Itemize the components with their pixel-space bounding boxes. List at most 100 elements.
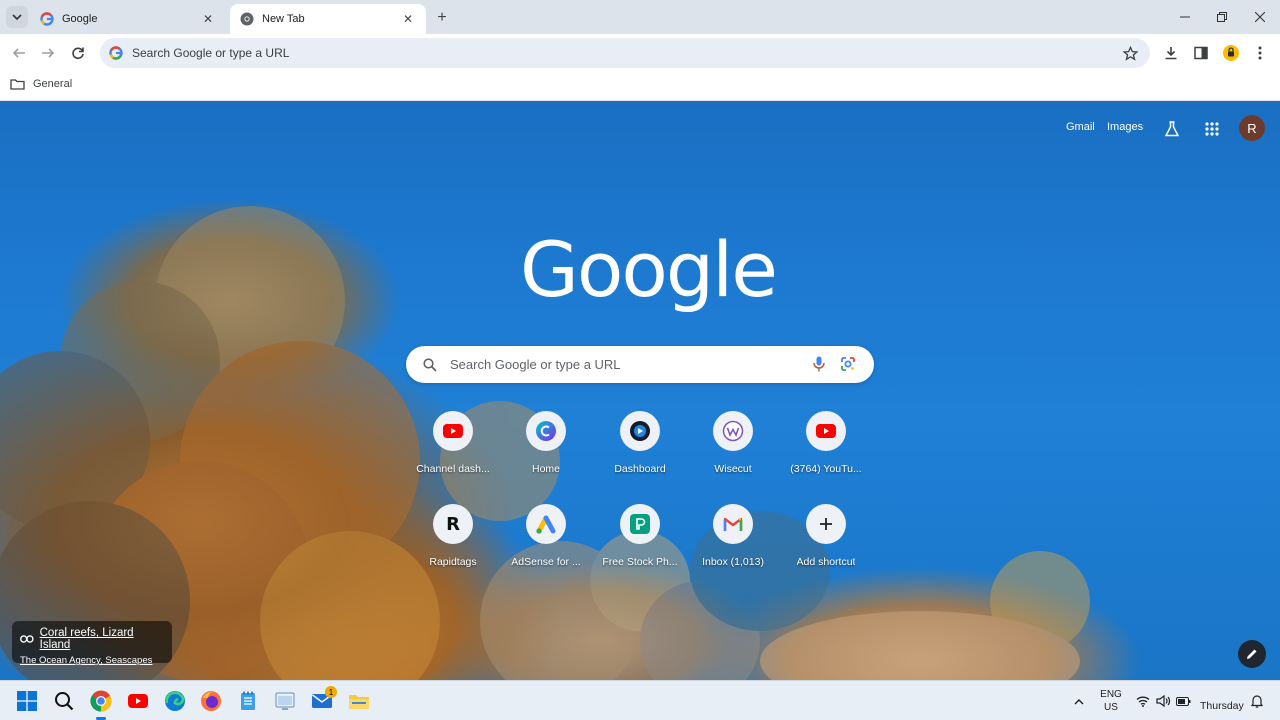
shortcut-youtube[interactable]: (3764) YouTu... <box>780 409 872 489</box>
adsense-icon <box>526 504 566 544</box>
ntp-search-box[interactable] <box>406 346 874 383</box>
labs-button[interactable] <box>1161 118 1183 140</box>
arrow-left-icon <box>12 48 25 58</box>
download-icon <box>1165 47 1177 60</box>
shortcut-dashboard[interactable]: Dashboard <box>594 409 686 489</box>
google-apps-button[interactable] <box>1201 118 1223 140</box>
reload-icon <box>72 47 84 60</box>
bookmark-star-icon[interactable] <box>1122 45 1138 61</box>
shortcut-label: (3764) YouTu... <box>790 463 862 475</box>
folder-icon <box>10 79 25 90</box>
images-link[interactable]: Images <box>1107 121 1143 133</box>
address-bar[interactable]: Search Google or type a URL <box>100 38 1150 68</box>
tab-new-tab[interactable]: New Tab ✕ <box>230 4 426 34</box>
new-tab-button[interactable]: + <box>432 8 452 28</box>
shortcut-free-stock-photos[interactable]: Free Stock Ph... <box>594 502 686 582</box>
clock-day[interactable]: Thursday <box>1200 700 1244 712</box>
background-attribution[interactable]: Coral reefs, Lizard Island The Ocean Age… <box>12 621 172 666</box>
download-button[interactable] <box>1161 43 1181 63</box>
tab-strip: Google ✕ New Tab ✕ + <box>0 0 1280 34</box>
input-language-indicator[interactable]: ENG US <box>1098 688 1124 714</box>
folder-icon <box>349 695 369 709</box>
region-code: US <box>1104 702 1118 713</box>
shortcut-rapidtags[interactable]: R Rapidtags <box>407 502 499 582</box>
taskbar-youtube[interactable] <box>125 688 151 714</box>
gmail-link[interactable]: Gmail <box>1066 121 1095 133</box>
shortcut-wisecut[interactable]: Wisecut <box>687 409 779 489</box>
shortcut-label: Free Stock Ph... <box>602 556 678 568</box>
shortcut-adsense[interactable]: AdSense for ... <box>500 502 592 582</box>
account-avatar[interactable]: R <box>1239 115 1265 141</box>
side-panel-icon <box>1194 46 1208 60</box>
taskbar-notepad[interactable] <box>235 688 261 714</box>
taskbar-firefox[interactable] <box>198 688 224 714</box>
taskbar-file-explorer[interactable] <box>346 688 372 714</box>
reload-button[interactable] <box>67 42 89 64</box>
notification-bell-icon[interactable] <box>1250 693 1264 709</box>
taskbar-mail[interactable]: 1 <box>309 686 337 714</box>
shortcut-label: Inbox (1,013) <box>702 556 764 568</box>
search-icon <box>55 692 74 711</box>
search-input[interactable] <box>450 357 790 372</box>
more-vertical-icon <box>1258 46 1262 60</box>
shortcut-label: Channel dash... <box>416 463 490 475</box>
extension-button[interactable] <box>1221 43 1241 63</box>
show-hidden-icons-button[interactable] <box>1072 694 1086 708</box>
canva-icon <box>526 411 566 451</box>
shortcut-label: Rapidtags <box>429 556 477 568</box>
windows-icon <box>17 691 37 711</box>
restore-icon <box>1217 12 1227 22</box>
mail-unread-badge: 1 <box>325 686 337 698</box>
bookmark-label: General <box>33 78 73 90</box>
back-button[interactable] <box>8 42 30 64</box>
tab-search-button[interactable] <box>6 6 28 28</box>
side-panel-button[interactable] <box>1191 43 1211 63</box>
taskbar-search-button[interactable] <box>51 688 77 714</box>
shortcut-home[interactable]: Home <box>500 409 592 489</box>
tab-google[interactable]: Google ✕ <box>30 4 226 34</box>
flask-icon <box>1164 121 1180 137</box>
dashboard-app-icon <box>620 411 660 451</box>
shortcut-label: Dashboard <box>614 463 666 475</box>
close-tab-icon[interactable]: ✕ <box>400 11 416 27</box>
attribution-title-link[interactable]: Coral reefs, Lizard Island <box>20 627 164 651</box>
pencil-icon <box>1247 649 1257 659</box>
shortcut-channel-dashboard[interactable]: Channel dash... <box>407 409 499 489</box>
search-icon <box>422 357 438 373</box>
gmail-icon <box>713 504 753 544</box>
chrome-icon <box>240 12 254 26</box>
minimize-button[interactable] <box>1173 6 1197 28</box>
rapidtags-icon: R <box>433 504 473 544</box>
attribution-subtitle[interactable]: The Ocean Agency, Seascapes <box>20 655 164 666</box>
close-tab-icon[interactable]: ✕ <box>200 11 216 27</box>
language-code: ENG <box>1100 689 1122 700</box>
shortcut-label: AdSense for ... <box>511 556 581 568</box>
wifi-icon[interactable] <box>1135 693 1151 709</box>
google-g-icon <box>40 12 54 26</box>
add-shortcut-button[interactable]: Add shortcut <box>780 502 872 582</box>
pexels-icon <box>620 504 660 544</box>
volume-icon[interactable] <box>1155 693 1171 709</box>
customize-chrome-button[interactable] <box>1238 640 1266 668</box>
taskbar-edge[interactable] <box>162 688 188 714</box>
shortcut-label: Add shortcut <box>796 556 856 568</box>
google-lens-icon[interactable] <box>839 355 857 373</box>
taskbar-control-panel[interactable] <box>272 688 298 714</box>
shortcut-inbox[interactable]: Inbox (1,013) <box>687 502 779 582</box>
youtube-icon <box>806 411 846 451</box>
chrome-icon <box>90 690 112 712</box>
battery-icon[interactable] <box>1175 693 1191 709</box>
address-bar-placeholder: Search Google or type a URL <box>132 46 290 60</box>
chevron-down-icon <box>12 14 22 21</box>
bookmarks-bar: General <box>0 72 1280 101</box>
voice-search-icon[interactable] <box>810 355 828 373</box>
chrome-menu-button[interactable] <box>1250 43 1270 63</box>
forward-button[interactable] <box>37 42 59 64</box>
restore-button[interactable] <box>1210 6 1234 28</box>
bookmark-folder-general[interactable]: General <box>10 78 72 90</box>
close-window-button[interactable] <box>1248 6 1272 28</box>
youtube-icon <box>128 694 148 708</box>
start-button[interactable] <box>14 688 40 714</box>
windows-taskbar: 1 ENG US Thursday <box>0 680 1280 720</box>
taskbar-chrome[interactable] <box>88 688 114 714</box>
